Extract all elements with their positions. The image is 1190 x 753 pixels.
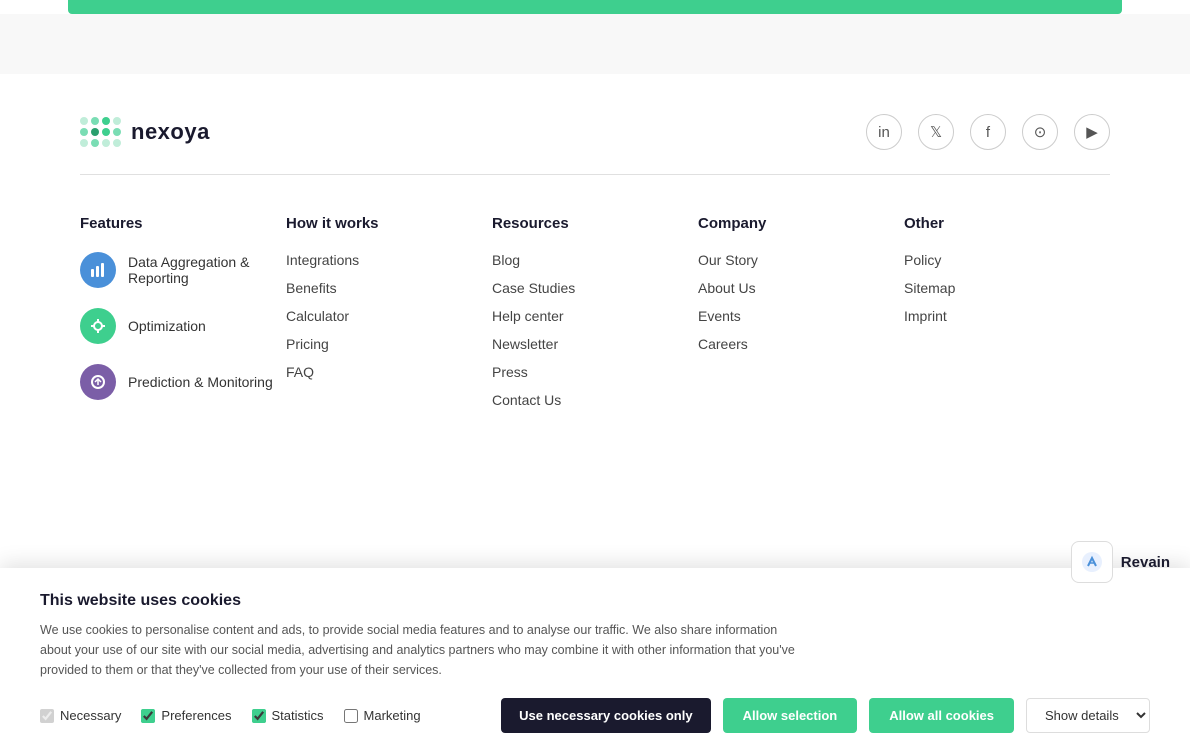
cookie-banner: This website uses cookies We use cookies… — [0, 568, 1190, 753]
footer-col-how-it-works: How it works Integrations Benefits Calcu… — [286, 215, 492, 420]
twitter-icon[interactable]: 𝕏 — [918, 114, 954, 150]
marketing-label: Marketing — [364, 708, 421, 723]
footer-col-resources: Resources Blog Case Studies Help center … — [492, 215, 698, 420]
use-necessary-button[interactable]: Use necessary cookies only — [501, 698, 710, 733]
optimization-label: Optimization — [128, 318, 206, 334]
checkbox-preferences[interactable]: Preferences — [141, 708, 231, 723]
link-careers[interactable]: Careers — [698, 336, 904, 352]
dot — [80, 139, 88, 147]
cookie-bottom-row: Necessary Preferences Statistics Marketi… — [40, 698, 1150, 733]
checkbox-statistics[interactable]: Statistics — [252, 708, 324, 723]
feature-optimization: Optimization — [80, 308, 286, 344]
show-details-select[interactable]: Show details — [1026, 698, 1150, 733]
youtube-icon[interactable]: ▶ — [1074, 114, 1110, 150]
footer-links-row: Features Data Aggregation & Reporting Op… — [80, 215, 1110, 420]
revain-widget[interactable]: Revain — [1071, 541, 1170, 583]
how-it-works-title: How it works — [286, 215, 492, 232]
instagram-icon[interactable]: ⊙ — [1022, 114, 1058, 150]
features-title: Features — [80, 215, 286, 232]
hero-space — [0, 14, 1190, 74]
cookie-buttons: Use necessary cookies only Allow selecti… — [501, 698, 1150, 733]
link-newsletter[interactable]: Newsletter — [492, 336, 698, 352]
show-details-area: Show details — [1026, 698, 1150, 733]
link-contact-us[interactable]: Contact Us — [492, 392, 698, 408]
link-events[interactable]: Events — [698, 308, 904, 324]
company-title: Company — [698, 215, 904, 232]
statistics-checkbox[interactable] — [252, 709, 266, 723]
top-green-bar — [68, 0, 1122, 14]
footer-col-features: Features Data Aggregation & Reporting Op… — [80, 215, 286, 420]
dot — [91, 128, 99, 136]
data-aggregation-label: Data Aggregation & Reporting — [128, 254, 286, 286]
statistics-label: Statistics — [272, 708, 324, 723]
footer-col-company: Company Our Story About Us Events Career… — [698, 215, 904, 420]
footer-col-other: Other Policy Sitemap Imprint — [904, 215, 1110, 420]
dot — [91, 117, 99, 125]
cookie-description: We use cookies to personalise content an… — [40, 620, 800, 680]
dot — [113, 139, 121, 147]
allow-selection-button[interactable]: Allow selection — [723, 698, 858, 733]
prediction-icon — [80, 364, 116, 400]
logo-dots-icon — [80, 117, 121, 147]
dot — [91, 139, 99, 147]
feature-data-aggregation: Data Aggregation & Reporting — [80, 252, 286, 288]
revain-label: Revain — [1121, 554, 1170, 571]
social-icons-row: in 𝕏 f ⊙ ▶ — [866, 114, 1110, 150]
preferences-checkbox[interactable] — [141, 709, 155, 723]
linkedin-icon[interactable]: in — [866, 114, 902, 150]
prediction-label: Prediction & Monitoring — [128, 374, 273, 390]
link-integrations[interactable]: Integrations — [286, 252, 492, 268]
dot — [102, 117, 110, 125]
logo-text: nexoya — [131, 119, 210, 145]
link-case-studies[interactable]: Case Studies — [492, 280, 698, 296]
link-policy[interactable]: Policy — [904, 252, 1110, 268]
link-press[interactable]: Press — [492, 364, 698, 380]
link-benefits[interactable]: Benefits — [286, 280, 492, 296]
checkbox-marketing[interactable]: Marketing — [344, 708, 421, 723]
data-aggregation-icon — [80, 252, 116, 288]
dot — [80, 117, 88, 125]
cookie-checkboxes: Necessary Preferences Statistics Marketi… — [40, 708, 421, 723]
other-title: Other — [904, 215, 1110, 232]
link-blog[interactable]: Blog — [492, 252, 698, 268]
facebook-icon[interactable]: f — [970, 114, 1006, 150]
feature-prediction: Prediction & Monitoring — [80, 364, 286, 400]
footer-logo-row: nexoya in 𝕏 f ⊙ ▶ — [80, 114, 1110, 175]
checkbox-necessary[interactable]: Necessary — [40, 708, 121, 723]
dot — [102, 128, 110, 136]
marketing-checkbox[interactable] — [344, 709, 358, 723]
dot — [113, 117, 121, 125]
allow-all-button[interactable]: Allow all cookies — [869, 698, 1014, 733]
link-help-center[interactable]: Help center — [492, 308, 698, 324]
link-imprint[interactable]: Imprint — [904, 308, 1110, 324]
logo-area: nexoya — [80, 117, 210, 147]
link-sitemap[interactable]: Sitemap — [904, 280, 1110, 296]
dot — [113, 128, 121, 136]
dot — [102, 139, 110, 147]
link-calculator[interactable]: Calculator — [286, 308, 492, 324]
preferences-label: Preferences — [161, 708, 231, 723]
necessary-label: Necessary — [60, 708, 121, 723]
footer: nexoya in 𝕏 f ⊙ ▶ Features Data Aggregat… — [0, 74, 1190, 480]
necessary-checkbox[interactable] — [40, 709, 54, 723]
link-about-us[interactable]: About Us — [698, 280, 904, 296]
resources-title: Resources — [492, 215, 698, 232]
link-faq[interactable]: FAQ — [286, 364, 492, 380]
link-pricing[interactable]: Pricing — [286, 336, 492, 352]
dot — [80, 128, 88, 136]
optimization-icon — [80, 308, 116, 344]
revain-icon — [1071, 541, 1113, 583]
cookie-title: This website uses cookies — [40, 592, 1150, 610]
link-our-story[interactable]: Our Story — [698, 252, 904, 268]
